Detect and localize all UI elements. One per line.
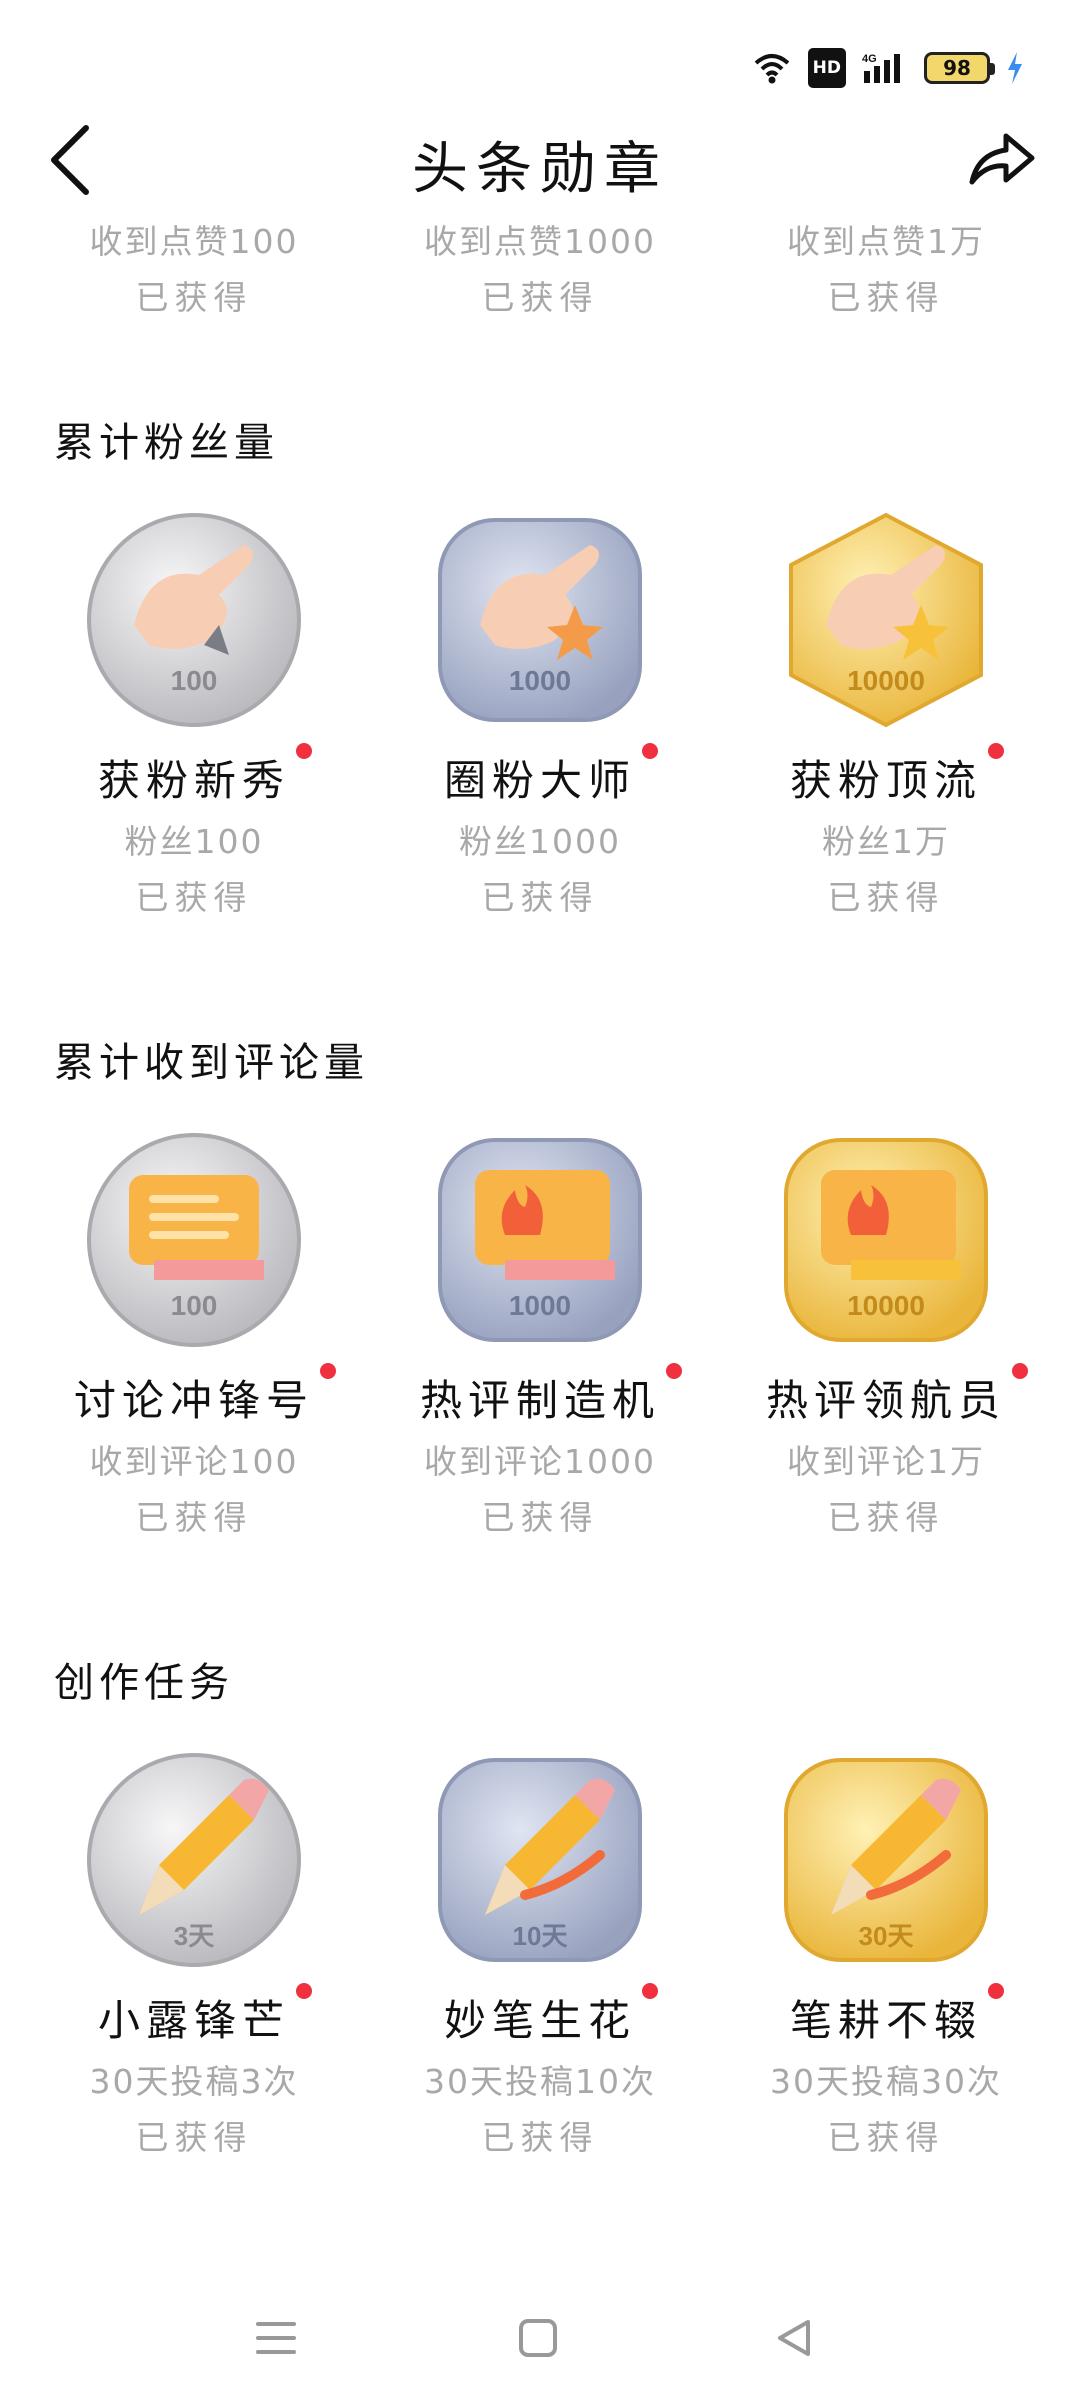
section-title-fans: 累计粉丝量 <box>54 420 279 466</box>
new-dot <box>642 1983 658 1999</box>
badge-level-label: 10000 <box>847 1290 925 1321</box>
badge-status: 已获得 <box>827 2118 945 2157</box>
system-nav-bar <box>0 2290 1080 2380</box>
badge-status: 已获得 <box>481 278 599 317</box>
new-dot <box>320 1363 336 1379</box>
wifi-icon <box>752 51 792 85</box>
badge-desc: 收到评论1万 <box>787 1442 985 1481</box>
badge-name: 妙笔生花 <box>443 1996 636 2045</box>
hd-icon: HD <box>807 48 846 88</box>
badge-item[interactable]: 10000 获粉顶流 粉丝1万 已获得 <box>706 505 1066 918</box>
status-bar: HD 4G 98 <box>752 48 1024 88</box>
menu-icon[interactable] <box>246 2308 306 2368</box>
badge-item[interactable]: 100 讨论冲锋号 收到评论100 已获得 <box>14 1125 374 1538</box>
top-badge-2[interactable]: 收到点赞1000 已获得 <box>360 222 720 318</box>
badge-status: 已获得 <box>827 878 945 917</box>
comment-badge-icon: 100 <box>87 1133 301 1347</box>
badge-name: 笔耕不辍 <box>789 1996 982 2045</box>
badge-item[interactable]: 1000 热评制造机 收到评论1000 已获得 <box>360 1125 720 1538</box>
badge-item[interactable]: 100 获粉新秀 粉丝100 已获得 <box>14 505 374 918</box>
badge-name: 获粉新秀 <box>97 756 290 805</box>
hand-badge-icon: 10000 <box>789 512 983 728</box>
share-icon[interactable] <box>962 120 1042 200</box>
badge-item[interactable]: 3天 小露锋芒 30天投稿3次 已获得 <box>14 1745 374 2158</box>
badge-desc: 收到评论1000 <box>424 1442 656 1481</box>
svg-text:4G: 4G <box>862 53 877 65</box>
badge-level-label: 1000 <box>509 665 571 696</box>
badge-level-label: 10天 <box>513 1921 568 1951</box>
back-icon[interactable] <box>764 2308 824 2368</box>
new-dot <box>666 1363 682 1379</box>
section-title-creation: 创作任务 <box>54 1660 234 1706</box>
signal-icon: 4G <box>862 51 908 85</box>
new-dot <box>296 1983 312 1999</box>
new-dot <box>642 743 658 759</box>
badge-name: 获粉顶流 <box>789 756 982 805</box>
badge-status: 已获得 <box>827 1498 945 1537</box>
new-dot <box>988 743 1004 759</box>
pencil-badge-icon: 10天 <box>438 1758 642 1962</box>
badge-desc: 粉丝1000 <box>459 822 621 861</box>
badge-desc: 粉丝1万 <box>822 822 950 861</box>
badge-desc: 粉丝100 <box>124 822 264 861</box>
badge-item[interactable]: 10天 妙笔生花 30天投稿10次 已获得 <box>360 1745 720 2158</box>
badge-status: 已获得 <box>481 2118 599 2157</box>
badge-name: 圈粉大师 <box>443 756 636 805</box>
badge-status: 已获得 <box>135 278 253 317</box>
home-icon[interactable] <box>508 2308 568 2368</box>
badge-desc: 30天投稿30次 <box>770 2062 1002 2101</box>
top-badge-1[interactable]: 收到点赞100 已获得 <box>14 222 374 318</box>
badge-name: 讨论冲锋号 <box>73 1376 314 1425</box>
header: 头条勋章 <box>0 110 1080 210</box>
badge-desc: 收到评论100 <box>89 1442 299 1481</box>
comment-badge-icon: 1000 <box>438 1138 642 1342</box>
hand-badge-icon: 1000 <box>438 518 642 722</box>
badge-name: 小露锋芒 <box>97 1996 290 2045</box>
badge-level-label: 100 <box>171 665 218 696</box>
charging-icon <box>1006 51 1024 85</box>
badge-status: 已获得 <box>135 1498 253 1537</box>
badge-item[interactable]: 10000 热评领航员 收到评论1万 已获得 <box>706 1125 1066 1538</box>
badge-status: 已获得 <box>827 278 945 317</box>
badge-level-label: 10000 <box>847 665 925 696</box>
top-badge-3[interactable]: 收到点赞1万 已获得 <box>706 222 1066 318</box>
badge-desc: 30天投稿10次 <box>424 2062 656 2101</box>
badge-desc: 收到点赞100 <box>89 222 299 261</box>
section-title-comments: 累计收到评论量 <box>54 1040 369 1086</box>
badge-status: 已获得 <box>481 1498 599 1537</box>
page-title: 头条勋章 <box>412 137 668 202</box>
badge-level-label: 1000 <box>509 1290 571 1321</box>
badge-status: 已获得 <box>135 2118 253 2157</box>
battery-indicator: 98 <box>924 52 995 84</box>
badge-desc: 30天投稿3次 <box>89 2062 299 2101</box>
new-dot <box>988 1983 1004 1999</box>
pencil-badge-icon: 30天 <box>784 1758 988 1962</box>
badge-name: 热评领航员 <box>765 1376 1006 1425</box>
comment-badge-icon: 10000 <box>784 1138 988 1342</box>
badge-level-label: 30天 <box>859 1921 914 1951</box>
badge-status: 已获得 <box>135 878 253 917</box>
badge-item[interactable]: 30天 笔耕不辍 30天投稿30次 已获得 <box>706 1745 1066 2158</box>
pencil-badge-icon: 3天 <box>87 1753 301 1967</box>
badge-item[interactable]: 1000 圈粉大师 粉丝1000 已获得 <box>360 505 720 918</box>
new-dot <box>1012 1363 1028 1379</box>
badge-desc: 收到点赞1万 <box>787 222 985 261</box>
badge-name: 热评制造机 <box>419 1376 660 1425</box>
badge-desc: 收到点赞1000 <box>424 222 656 261</box>
badge-status: 已获得 <box>481 878 599 917</box>
new-dot <box>296 743 312 759</box>
hand-badge-icon: 100 <box>87 513 301 727</box>
badge-level-label: 100 <box>171 1290 218 1321</box>
badge-level-label: 3天 <box>174 1921 214 1951</box>
